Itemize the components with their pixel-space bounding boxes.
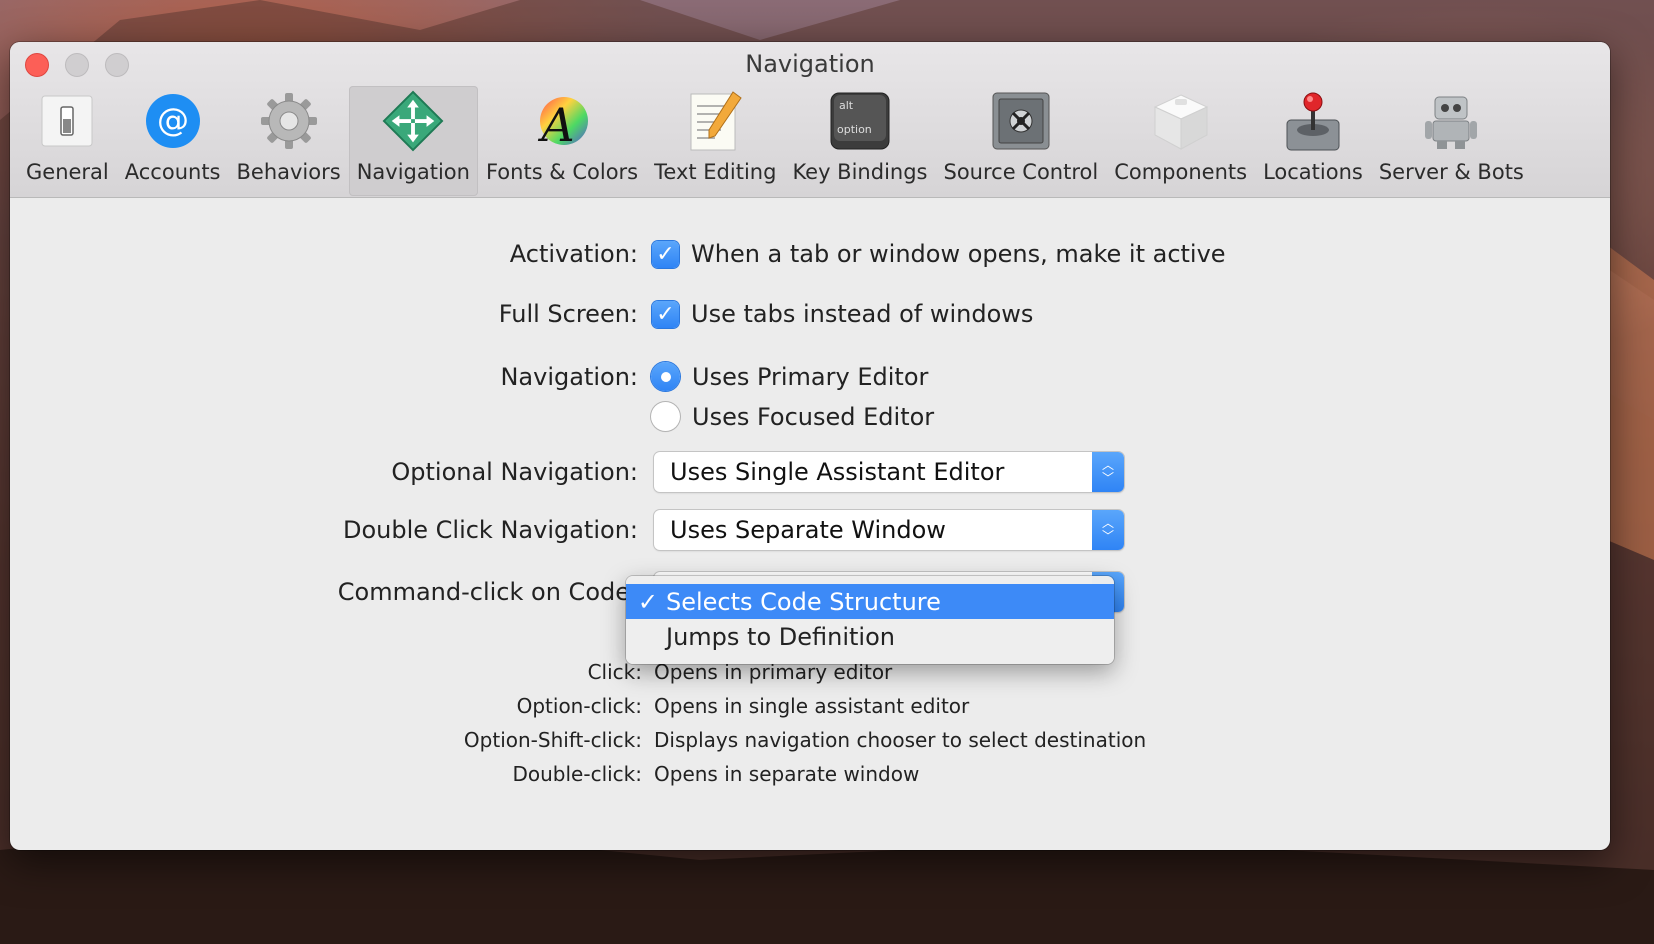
tab-label: General <box>26 160 109 184</box>
help-key: Double-click: <box>512 762 642 786</box>
joystick-icon <box>1282 90 1344 152</box>
tab-navigation[interactable]: Navigation <box>348 86 478 196</box>
notepad-pencil-icon <box>684 90 746 152</box>
tab-label: Navigation <box>356 160 470 184</box>
tab-fonts-colors[interactable]: A Fonts & Colors <box>478 86 646 196</box>
tab-locations[interactable]: Locations <box>1255 86 1371 196</box>
help-value: Opens in single assistant editor <box>654 694 970 718</box>
preferences-window: Navigation General @ Accounts Behaviors … <box>10 42 1610 850</box>
full-screen-label: Full Screen: <box>498 300 638 328</box>
menu-item-label: Jumps to Definition <box>666 622 895 651</box>
safe-icon <box>990 90 1052 152</box>
double-click-navigation-popup[interactable]: Uses Separate Window ︿ ﹀ <box>654 510 1124 550</box>
tab-server-bots[interactable]: Server & Bots <box>1371 86 1532 196</box>
tab-label: Locations <box>1263 160 1363 184</box>
key-top-text: alt <box>839 99 854 112</box>
full-screen-checkbox[interactable]: ✓ <box>652 300 679 328</box>
full-screen-option-text[interactable]: Use tabs instead of windows <box>691 300 1033 328</box>
tab-text-editing[interactable]: Text Editing <box>646 86 784 196</box>
window-title: Navigation <box>745 50 875 78</box>
tab-label: Server & Bots <box>1378 160 1524 184</box>
tab-label: Behaviors <box>236 160 341 184</box>
svg-text:@: @ <box>157 101 189 139</box>
popup-stepper-icon: ︿﹀ <box>1092 452 1124 492</box>
gear-icon <box>258 90 320 152</box>
tab-source-control[interactable]: Source Control <box>935 86 1106 196</box>
radio-label[interactable]: Uses Focused Editor <box>692 403 934 431</box>
tab-accounts[interactable]: @ Accounts <box>117 86 229 196</box>
tab-label: Fonts & Colors <box>485 160 639 184</box>
optional-navigation-popup[interactable]: Uses Single Assistant Editor ︿ ﹀ <box>654 452 1124 492</box>
menu-item-selects-code-structure[interactable]: ✓ Selects Code Structure <box>626 584 1114 619</box>
radio-label[interactable]: Uses Primary Editor <box>692 363 928 391</box>
help-row: Double-click: Opens in separate window <box>302 762 919 786</box>
checkmark-icon: ✓ <box>637 587 658 616</box>
titlebar: Navigation General @ Accounts Behaviors … <box>10 42 1610 198</box>
robot-icon <box>1420 90 1482 152</box>
tab-key-bindings[interactable]: alt option Key Bindings <box>784 86 935 196</box>
checkmark-icon: ✓ <box>656 301 675 327</box>
at-sign-icon: @ <box>142 90 204 152</box>
help-row: Option-Shift-click: Displays navigation … <box>302 728 1146 752</box>
tab-label: Accounts <box>124 160 221 184</box>
menu-item-label: Selects Code Structure <box>666 587 941 616</box>
tab-behaviors[interactable]: Behaviors <box>229 86 349 196</box>
command-click-menu: ✓ Selects Code Structure Jumps to Defini… <box>626 576 1114 664</box>
double-click-navigation-label: Double Click Navigation: <box>342 516 638 544</box>
activation-option-text[interactable]: When a tab or window opens, make it acti… <box>691 240 1226 268</box>
navigation-label: Navigation: <box>500 362 638 391</box>
activation-label: Activation: <box>509 240 638 268</box>
cube-icon <box>1150 90 1212 152</box>
navigation-settings-panel: Activation: ✓ When a tab or window opens… <box>10 198 1610 850</box>
popup-value: Uses Separate Window <box>670 516 946 544</box>
tab-label: Source Control <box>943 160 1099 184</box>
help-value: Displays navigation chooser to select de… <box>654 728 1147 752</box>
help-key: Option-Shift-click: <box>463 728 642 752</box>
command-click-label: Command-click on Code <box>337 578 630 606</box>
tab-label: Text Editing <box>654 160 777 184</box>
tab-label: Key Bindings <box>792 160 928 184</box>
optional-navigation-label: Optional Navigation: <box>391 458 638 486</box>
help-value: Opens in separate window <box>654 762 920 786</box>
radio-uses-focused-editor[interactable] <box>651 402 680 431</box>
popup-value: Uses Single Assistant Editor <box>670 458 1005 486</box>
fonts-colors-icon: A <box>531 90 593 152</box>
svg-text:A: A <box>537 98 574 151</box>
help-row: Option-click: Opens in single assistant … <box>302 694 970 718</box>
preferences-toolbar: General @ Accounts Behaviors Navigation … <box>18 86 1532 196</box>
general-switch-icon <box>36 90 98 152</box>
tab-components[interactable]: Components <box>1106 86 1255 196</box>
key-bottom-text: option <box>837 123 872 136</box>
activation-checkbox[interactable]: ✓ <box>652 240 679 268</box>
menu-item-jumps-to-definition[interactable]: Jumps to Definition <box>626 619 1114 654</box>
tab-label: Components <box>1114 160 1248 184</box>
move-arrows-icon <box>382 90 444 152</box>
tab-general[interactable]: General <box>18 86 117 196</box>
option-key-icon: alt option <box>829 90 891 152</box>
help-key: Click: <box>587 660 642 684</box>
radio-uses-primary-editor[interactable] <box>651 362 680 391</box>
help-key: Option-click: <box>516 694 642 718</box>
checkmark-icon: ✓ <box>656 241 675 267</box>
popup-stepper-icon: ︿﹀ <box>1092 510 1124 550</box>
